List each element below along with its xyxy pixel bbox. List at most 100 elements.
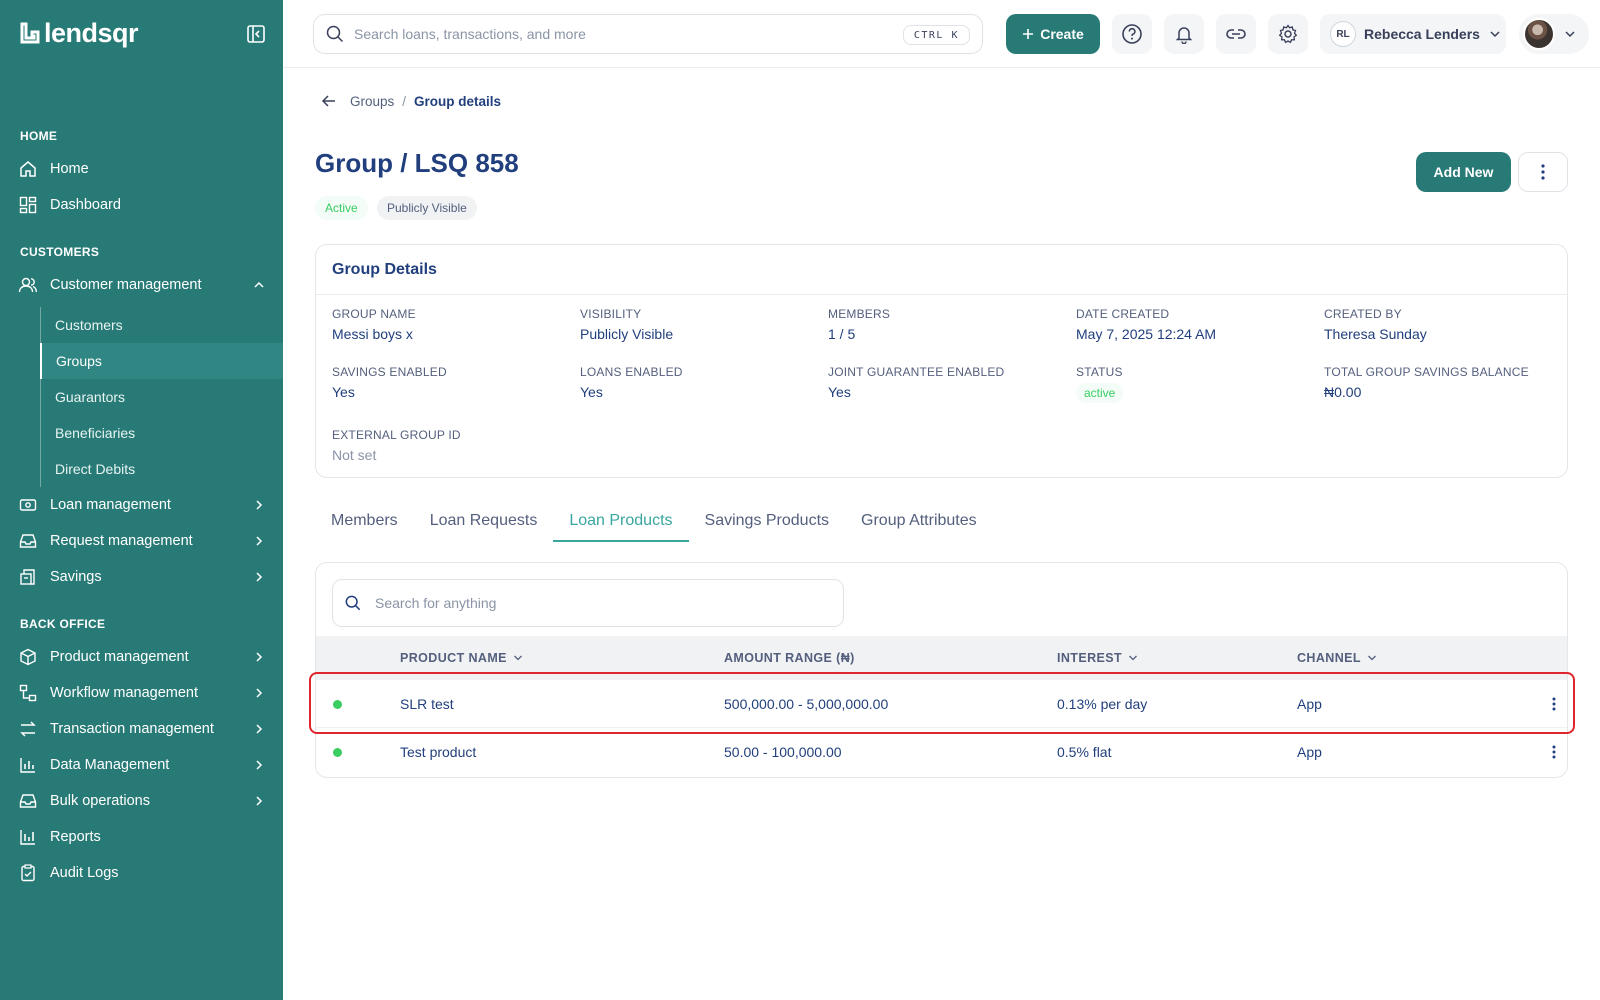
global-search-input[interactable] — [354, 26, 874, 42]
create-button[interactable]: Create — [1006, 14, 1100, 54]
chevron-right-icon — [256, 760, 263, 770]
column-header-product-name[interactable]: PRODUCT NAME — [400, 636, 524, 680]
kebab-menu-icon — [1552, 697, 1556, 711]
tab-members[interactable]: Members — [315, 500, 414, 542]
sidebar-subitem-groups[interactable]: Groups — [40, 343, 283, 379]
table-row[interactable]: SLR test 500,000.00 - 5,000,000.00 0.13%… — [316, 680, 1567, 728]
column-header-label: CHANNEL — [1297, 651, 1361, 665]
field-created-by: Created By Theresa Sunday — [1324, 307, 1427, 342]
inbox-stack-icon — [18, 791, 38, 811]
field-loans-enabled: Loans Enabled Yes — [580, 365, 683, 400]
loan-products-table: PRODUCT NAME AMOUNT RANGE (₦) INTEREST C… — [315, 562, 1568, 778]
field-value: Publicly Visible — [580, 326, 674, 342]
sidebar-item-customer-management[interactable]: Customer management — [0, 267, 283, 303]
row-actions-button[interactable] — [1544, 694, 1564, 714]
logo-mark-icon — [20, 22, 40, 43]
cell-product-name: Test product — [400, 744, 477, 760]
field-label: Total Group Savings Balance — [1324, 365, 1529, 379]
table-search[interactable] — [332, 579, 844, 627]
column-header-channel[interactable]: CHANNEL — [1297, 636, 1378, 680]
sidebar-subitem-beneficiaries[interactable]: Beneficiaries — [41, 415, 284, 451]
section-label-customers: CUSTOMERS — [20, 245, 100, 259]
field-label: Loans Enabled — [580, 365, 683, 379]
column-header-label: INTEREST — [1057, 651, 1123, 665]
settings-button[interactable] — [1268, 14, 1308, 54]
row-actions-button[interactable] — [1544, 742, 1564, 762]
column-header-interest[interactable]: INTEREST — [1057, 636, 1139, 680]
home-icon — [18, 159, 38, 179]
chevron-right-icon — [256, 724, 263, 734]
status-dot — [333, 700, 342, 709]
global-search[interactable]: CTRL K — [313, 14, 983, 54]
page-title: Group / LSQ 858 — [315, 148, 519, 178]
section-label-back-office: BACK OFFICE — [20, 617, 106, 631]
sidebar-item-label: Customer management — [50, 277, 202, 293]
help-button[interactable] — [1112, 14, 1152, 54]
search-icon — [345, 595, 361, 611]
link-icon — [1226, 29, 1246, 39]
profile-menu-button[interactable] — [1519, 14, 1589, 54]
collapse-sidebar-icon[interactable] — [246, 24, 266, 44]
sidebar-subitem-direct-debits[interactable]: Direct Debits — [41, 451, 284, 487]
sidebar-item-bulk-operations[interactable]: Bulk operations — [0, 783, 283, 819]
gear-icon — [1278, 24, 1298, 44]
sidebar-item-label: Data Management — [50, 757, 170, 773]
notifications-button[interactable] — [1164, 14, 1204, 54]
logo-text: lendsqr — [44, 18, 139, 48]
tab-loan-requests[interactable]: Loan Requests — [414, 500, 554, 542]
field-label: Status — [1076, 365, 1123, 379]
user-menu-button[interactable]: RL Rebecca Lenders — [1320, 14, 1506, 54]
more-options-button[interactable] — [1518, 152, 1568, 192]
field-label: Members — [828, 307, 891, 321]
sidebar-item-request-management[interactable]: Request management — [0, 523, 283, 559]
logo[interactable]: lendsqr — [20, 18, 139, 49]
sidebar-item-savings[interactable]: Savings — [0, 559, 283, 595]
table-row[interactable]: Test product 50.00 - 100,000.00 0.5% fla… — [316, 728, 1567, 776]
sidebar-item-transaction-management[interactable]: Transaction management — [0, 711, 283, 747]
field-joint-guarantee-enabled: Joint Guarantee Enabled Yes — [828, 365, 1004, 400]
arrows-swap-icon — [18, 719, 38, 739]
arrow-left-icon[interactable] — [320, 92, 338, 110]
sidebar-item-loan-management[interactable]: Loan management — [0, 487, 283, 523]
loan-icon — [18, 495, 38, 515]
chevron-down-icon — [1129, 655, 1137, 661]
breadcrumb-groups-link[interactable]: Groups — [350, 94, 394, 109]
user-initials-avatar: RL — [1330, 21, 1356, 47]
table-search-input[interactable] — [375, 595, 815, 611]
create-button-label: Create — [1040, 26, 1084, 42]
sidebar-item-product-management[interactable]: Product management — [0, 639, 283, 675]
chevron-right-icon — [256, 572, 263, 582]
sidebar-subitem-customers[interactable]: Customers — [41, 307, 284, 343]
add-new-button[interactable]: Add New — [1416, 152, 1511, 192]
breadcrumb-current: Group details — [414, 93, 502, 109]
chevron-down-icon — [1367, 655, 1376, 661]
users-icon — [18, 275, 38, 295]
sidebar-item-data-management[interactable]: Data Management — [0, 747, 283, 783]
sidebar-item-label: Bulk operations — [50, 793, 150, 809]
sidebar-item-audit-logs[interactable]: Audit Logs — [0, 855, 283, 891]
sidebar-item-label: Savings — [50, 569, 102, 585]
breadcrumb-separator: / — [402, 93, 407, 109]
sidebar-item-reports[interactable]: Reports — [0, 819, 283, 855]
tab-savings-products[interactable]: Savings Products — [689, 500, 846, 542]
tab-loan-products[interactable]: Loan Products — [553, 500, 689, 542]
sidebar-item-dashboard[interactable]: Dashboard — [0, 187, 283, 223]
sidebar-item-label: Product management — [50, 649, 189, 665]
sidebar-item-label: Dashboard — [50, 197, 121, 213]
chevron-right-icon — [256, 652, 263, 662]
chevron-down-icon — [1565, 31, 1575, 38]
cell-product-name: SLR test — [400, 696, 454, 712]
link-button[interactable] — [1216, 14, 1256, 54]
workflow-icon — [18, 683, 38, 703]
tab-group-attributes[interactable]: Group Attributes — [845, 500, 993, 542]
plus-icon — [1023, 29, 1034, 39]
search-icon — [326, 25, 344, 43]
sidebar-item-home[interactable]: Home — [0, 151, 283, 187]
sidebar-subitem-guarantors[interactable]: Guarantors — [41, 379, 284, 415]
kebab-menu-icon — [1552, 745, 1556, 759]
field-value: Theresa Sunday — [1324, 326, 1427, 342]
sidebar-item-workflow-management[interactable]: Workflow management — [0, 675, 283, 711]
field-visibility: Visibility Publicly Visible — [580, 307, 673, 342]
field-value: Yes — [332, 384, 355, 400]
field-value: Yes — [828, 384, 851, 400]
